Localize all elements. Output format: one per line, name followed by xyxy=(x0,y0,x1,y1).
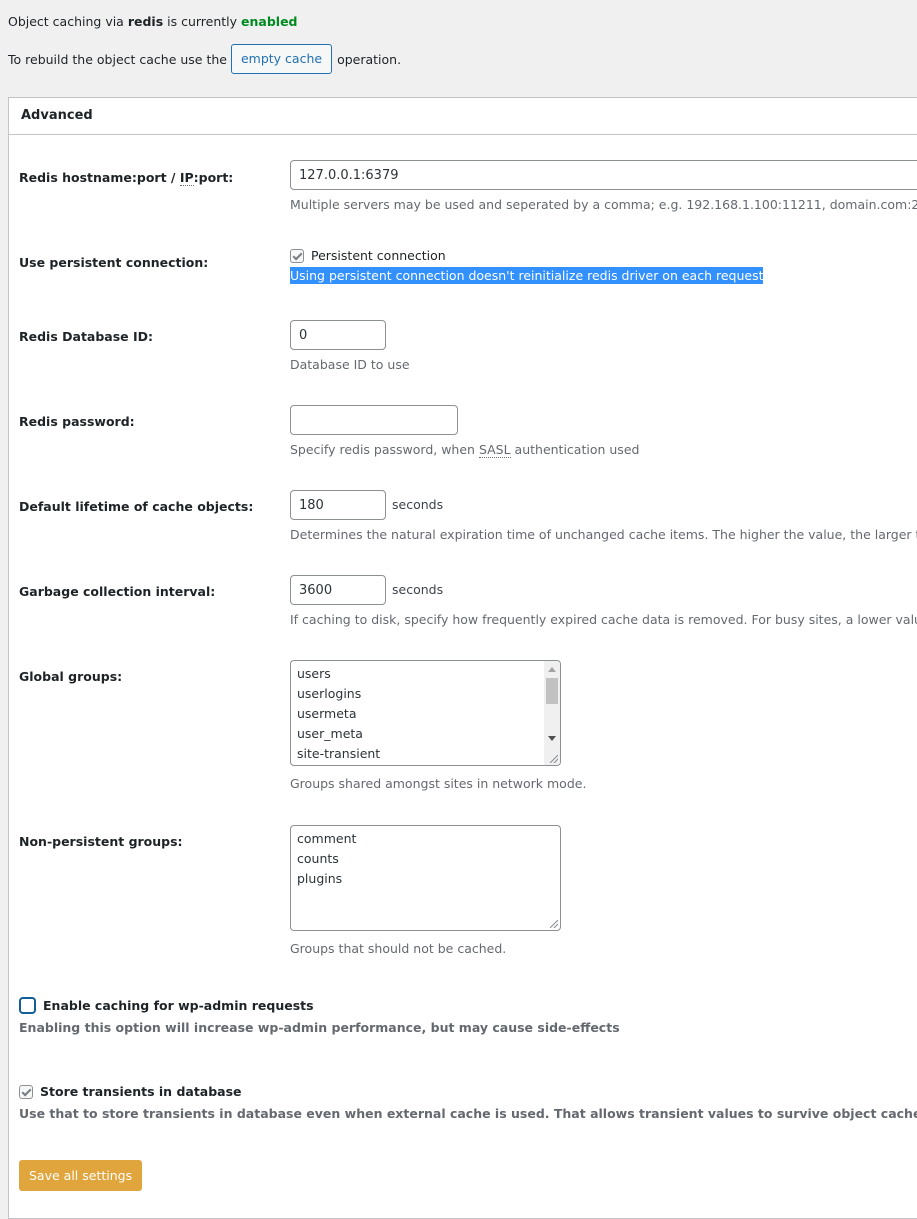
wp-admin-description: Enabling this option will increase wp-ad… xyxy=(19,1020,620,1035)
rebuild-suffix: operation. xyxy=(337,51,402,67)
password-input[interactable] xyxy=(290,405,458,435)
scroll-down-arrow-icon[interactable] xyxy=(548,736,556,741)
lifetime-input[interactable] xyxy=(290,490,386,520)
global-group-item: site-transient xyxy=(297,746,381,761)
nonpersistent-group-item: comment xyxy=(297,831,357,846)
global-groups-scrollbar[interactable] xyxy=(544,661,560,765)
scroll-thumb[interactable] xyxy=(546,678,558,704)
nonpersistent-group-item: plugins xyxy=(297,871,343,886)
status-state: enabled xyxy=(241,14,298,29)
transients-checkbox[interactable] xyxy=(19,1084,33,1099)
hostname-label-b: :port: xyxy=(193,170,234,185)
hostname-input[interactable] xyxy=(290,160,917,190)
hostname-label-a: Redis hostname:port / xyxy=(19,170,180,185)
global-group-item: usermeta xyxy=(297,706,357,721)
global-group-item: userlogins xyxy=(297,686,362,701)
lifetime-description: Determines the natural expiration time o… xyxy=(290,527,917,542)
rebuild-prefix: To rebuild the object cache use the xyxy=(8,51,227,67)
status-prefix: Object caching via xyxy=(8,14,128,29)
panel-title: Advanced xyxy=(9,98,917,135)
status-line: Object caching via redis is currently en… xyxy=(8,14,298,29)
lifetime-label: Default lifetime of cache objects: xyxy=(19,499,254,514)
advanced-panel: Advanced Redis hostname:port / IP:port: … xyxy=(8,97,917,1219)
wp-admin-checkbox[interactable] xyxy=(19,997,36,1014)
persistent-checkbox-label[interactable]: Persistent connection xyxy=(311,248,446,263)
nonpersistent-groups-description: Groups that should not be cached. xyxy=(290,941,507,956)
transients-label[interactable]: Store transients in database xyxy=(40,1084,242,1099)
wp-admin-checkbox-wrap[interactable]: Enable caching for wp-admin requests xyxy=(19,997,314,1014)
hostname-label: Redis hostname:port / IP:port: xyxy=(19,170,234,186)
database-id-description: Database ID to use xyxy=(290,357,410,372)
nonpersistent-groups-textarea[interactable]: comment counts plugins xyxy=(290,825,561,931)
global-groups-label: Global groups: xyxy=(19,669,123,684)
status-middle: is currently xyxy=(163,14,242,29)
persistent-description: Using persistent connection doesn't rein… xyxy=(290,267,764,284)
gc-interval-description: If caching to disk, specify how frequent… xyxy=(290,612,917,627)
save-all-settings-button[interactable]: Save all settings xyxy=(19,1160,143,1191)
resize-grip-icon[interactable] xyxy=(550,920,558,928)
nonpersistent-group-item: counts xyxy=(297,851,339,866)
database-id-input[interactable] xyxy=(290,320,386,350)
hostname-label-abbr: IP xyxy=(179,170,194,186)
password-description-b: authentication used xyxy=(510,442,640,457)
global-group-item: user_meta xyxy=(297,726,363,741)
lifetime-unit: seconds xyxy=(392,496,444,512)
persistent-checkbox-wrap[interactable]: Persistent connection xyxy=(290,248,763,263)
gc-interval-input[interactable] xyxy=(290,575,386,605)
transients-checkbox-wrap[interactable]: Store transients in database xyxy=(19,1084,242,1099)
global-groups-textarea[interactable]: users userlogins usermeta user_meta site… xyxy=(290,660,561,766)
global-group-item: users xyxy=(297,666,331,681)
resize-grip-icon[interactable] xyxy=(550,755,558,763)
empty-cache-button[interactable]: empty cache xyxy=(230,44,333,74)
rebuild-line: To rebuild the object cache use the empt… xyxy=(8,44,401,74)
hostname-description: Multiple servers may be used and seperat… xyxy=(290,197,917,212)
status-engine: redis xyxy=(127,14,164,29)
database-id-label: Redis Database ID: xyxy=(19,329,154,344)
password-description-abbr: SASL xyxy=(478,442,511,458)
scroll-up-arrow-icon[interactable] xyxy=(548,667,556,672)
gc-interval-unit: seconds xyxy=(392,581,444,597)
persistent-checkbox[interactable] xyxy=(290,248,304,263)
transients-description: Use that to store transients in database… xyxy=(19,1106,917,1121)
password-label: Redis password: xyxy=(19,414,135,429)
password-description: Specify redis password, when SASL authen… xyxy=(290,442,640,458)
wp-admin-label[interactable]: Enable caching for wp-admin requests xyxy=(43,998,314,1013)
persistent-label: Use persistent connection: xyxy=(19,255,209,270)
password-description-a: Specify redis password, when xyxy=(290,442,479,457)
global-groups-description: Groups shared amongst sites in network m… xyxy=(290,776,587,791)
gc-interval-label: Garbage collection interval: xyxy=(19,584,216,599)
nonpersistent-groups-label: Non-persistent groups: xyxy=(19,834,183,849)
